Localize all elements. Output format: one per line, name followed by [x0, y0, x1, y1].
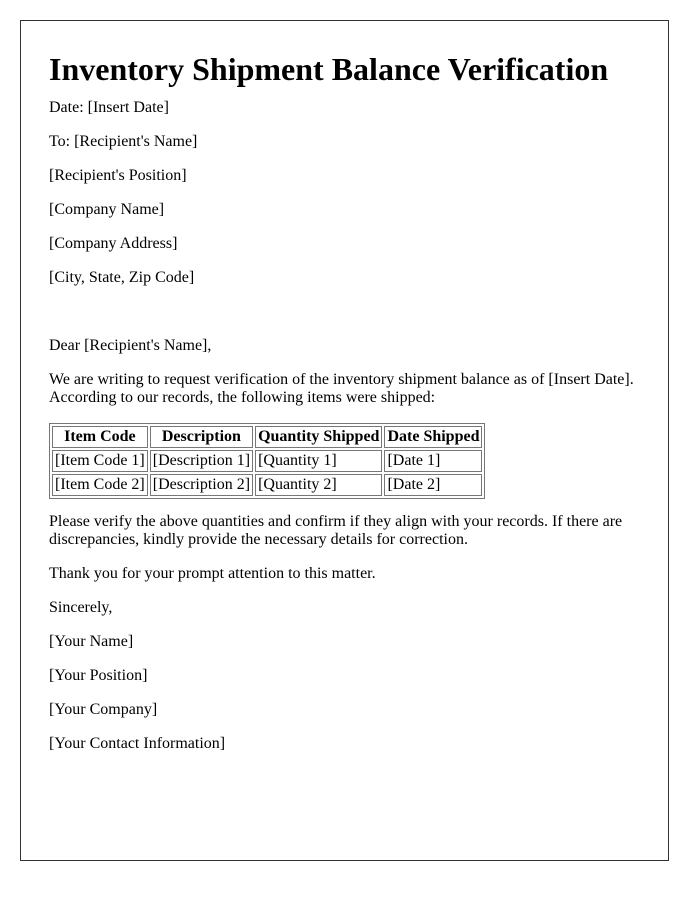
letter-page: Inventory Shipment Balance Verification …: [20, 20, 669, 861]
closing: Sincerely,: [49, 599, 113, 616]
signature-name: [Your Name]: [49, 633, 134, 650]
cell-description: [Description 2]: [149, 474, 254, 496]
company-name-line: [Company Name]: [49, 201, 165, 218]
cell-quantity: [Quantity 1]: [255, 450, 383, 472]
company-address-line: [Company Address]: [49, 235, 178, 252]
date-line: Date: [Insert Date]: [49, 99, 169, 116]
cell-date: [Date 2]: [384, 474, 483, 496]
header-description: Description: [149, 426, 254, 448]
shipment-table: Item Code Description Quantity Shipped D…: [49, 423, 486, 499]
table-row: [Item Code 1] [Description 1] [Quantity …: [52, 450, 483, 472]
signature-company: [Your Company]: [49, 701, 158, 718]
header-quantity-shipped: Quantity Shipped: [255, 426, 383, 448]
thanks-paragraph: Thank you for your prompt attention to t…: [49, 565, 376, 582]
header-item-code: Item Code: [52, 426, 148, 448]
intro-paragraph: We are writing to request verification o…: [49, 371, 634, 406]
salutation: Dear [Recipient's Name],: [49, 337, 212, 354]
cell-item-code: [Item Code 1]: [52, 450, 148, 472]
signature-position: [Your Position]: [49, 667, 148, 684]
header-date-shipped: Date Shipped: [384, 426, 483, 448]
cell-description: [Description 1]: [149, 450, 254, 472]
signature-contact: [Your Contact Information]: [49, 735, 226, 752]
request-paragraph: Please verify the above quantities and c…: [49, 513, 623, 548]
recipient-name-line: To: [Recipient's Name]: [49, 133, 198, 150]
cell-quantity: [Quantity 2]: [255, 474, 383, 496]
cell-date: [Date 1]: [384, 450, 483, 472]
document-title: Inventory Shipment Balance Verification: [49, 51, 609, 87]
table-header-row: Item Code Description Quantity Shipped D…: [52, 426, 483, 448]
recipient-position-line: [Recipient's Position]: [49, 167, 187, 184]
table-row: [Item Code 2] [Description 2] [Quantity …: [52, 474, 483, 496]
cell-item-code: [Item Code 2]: [52, 474, 148, 496]
city-state-zip-line: [City, State, Zip Code]: [49, 269, 195, 286]
